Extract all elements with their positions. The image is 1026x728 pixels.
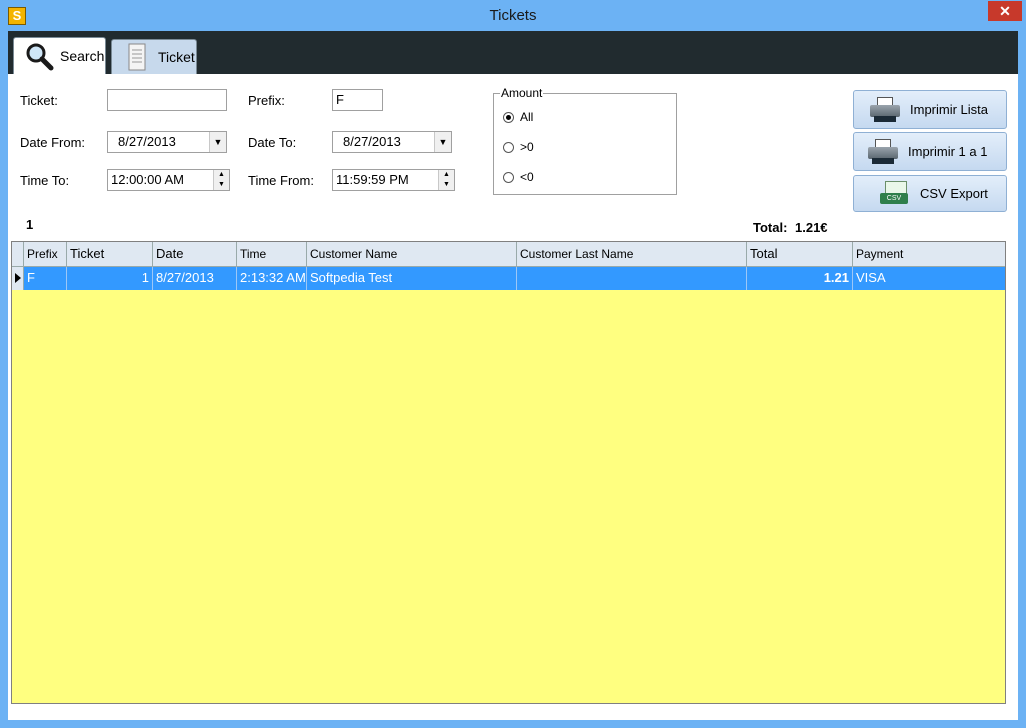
close-button[interactable]: ✕ — [988, 1, 1022, 21]
cell-total[interactable]: 1.21 — [747, 267, 853, 290]
radio-positive[interactable] — [503, 141, 514, 153]
current-row-arrow-icon — [15, 273, 21, 283]
time-from-label: Time From: — [248, 173, 314, 188]
column-header-date[interactable]: Date — [153, 242, 237, 266]
date-from-picker[interactable]: 8/27/2013 ▼ — [107, 131, 227, 153]
magnifier-icon — [24, 41, 54, 71]
print-one-label: Imprimir 1 a 1 — [908, 144, 988, 159]
print-list-label: Imprimir Lista — [910, 102, 989, 117]
time-to-input[interactable]: 12:00:00 AM ▲ ▼ — [107, 169, 230, 191]
column-header-prefix[interactable]: Prefix — [24, 242, 67, 266]
column-header-time[interactable]: Time — [237, 242, 307, 266]
date-to-value: 8/27/2013 — [343, 134, 401, 149]
tab-search-label: Search — [60, 48, 105, 64]
time-to-label: Time To: — [20, 173, 70, 188]
tab-ticket[interactable]: Ticket — [111, 39, 197, 74]
amount-group-title: Amount — [500, 86, 544, 100]
cell-customer-last-name[interactable] — [517, 267, 747, 290]
table-row[interactable]: F 1 8/27/2013 2:13:32 AM Softpedia Test … — [24, 267, 1005, 290]
prefix-label: Prefix: — [248, 93, 285, 108]
radio-negative[interactable] — [503, 171, 514, 183]
ticket-input[interactable] — [107, 89, 227, 111]
date-from-dropdown-icon[interactable]: ▼ — [209, 132, 226, 152]
prefix-input[interactable]: F — [332, 89, 383, 111]
date-from-label: Date From: — [20, 135, 86, 150]
amount-option-all[interactable]: All — [503, 110, 533, 124]
column-header-payment[interactable]: Payment — [853, 242, 1005, 266]
title-bar[interactable]: S Tickets ✕ — [0, 0, 1026, 31]
total-label: Total: — [753, 220, 788, 235]
cell-customer-name[interactable]: Softpedia Test — [307, 267, 517, 290]
column-header-ticket[interactable]: Ticket — [67, 242, 153, 266]
column-header-total[interactable]: Total — [747, 242, 853, 266]
printer-icon — [868, 138, 898, 165]
header-indicator — [12, 242, 24, 266]
tab-strip: Search Ticket — [8, 31, 1018, 74]
amount-option-positive-label: >0 — [520, 140, 534, 154]
amount-option-positive[interactable]: >0 — [503, 140, 534, 154]
grid-header: Prefix Ticket Date Time Customer Name Cu… — [12, 242, 1005, 267]
amount-option-negative[interactable]: <0 — [503, 170, 534, 184]
time-from-spinner[interactable]: ▲ ▼ — [438, 170, 454, 190]
date-to-label: Date To: — [248, 135, 297, 150]
date-to-dropdown-icon[interactable]: ▼ — [434, 132, 451, 152]
tickets-grid[interactable]: Prefix Ticket Date Time Customer Name Cu… — [11, 241, 1006, 704]
ticket-icon — [122, 42, 152, 72]
cell-ticket[interactable]: 1 — [67, 267, 153, 290]
cell-prefix[interactable]: F — [24, 267, 67, 290]
record-count: 1 — [26, 217, 34, 232]
time-from-value: 11:59:59 PM — [336, 172, 409, 187]
column-header-customer-last-name[interactable]: Customer Last Name — [517, 242, 747, 266]
time-to-spinner[interactable]: ▲ ▼ — [213, 170, 229, 190]
amount-option-all-label: All — [520, 110, 534, 124]
date-to-picker[interactable]: 8/27/2013 ▼ — [332, 131, 452, 153]
amount-group: Amount All >0 <0 — [493, 86, 677, 195]
window-title: Tickets — [489, 7, 537, 24]
csv-export-label: CSV Export — [920, 186, 988, 201]
cell-time[interactable]: 2:13:32 AM — [237, 267, 307, 290]
tab-search[interactable]: Search — [13, 37, 106, 74]
radio-all[interactable] — [503, 111, 514, 123]
amount-option-negative-label: <0 — [520, 170, 534, 184]
print-one-by-one-button[interactable]: Imprimir 1 a 1 — [853, 132, 1007, 171]
csv-export-button[interactable]: CSV CSV Export — [853, 175, 1007, 212]
cell-date[interactable]: 8/27/2013 — [153, 267, 237, 290]
ticket-label: Ticket: — [20, 93, 58, 108]
time-from-input[interactable]: 11:59:59 PM ▲ ▼ — [332, 169, 455, 191]
date-from-value: 8/27/2013 — [118, 134, 176, 149]
printer-icon — [870, 96, 900, 123]
time-to-value: 12:00:00 AM — [111, 172, 184, 187]
tickets-window: S Tickets ✕ Search Ticket Ticket: Prefix… — [0, 0, 1026, 728]
print-list-button[interactable]: Imprimir Lista — [853, 90, 1007, 129]
column-header-customer-name[interactable]: Customer Name — [307, 242, 517, 266]
cell-payment[interactable]: VISA — [853, 267, 1005, 290]
total-value: 1.21€ — [795, 220, 828, 235]
csv-file-icon: CSV — [880, 180, 910, 207]
search-panel: Ticket: Prefix: F Date From: 8/27/2013 ▼… — [8, 74, 1018, 720]
tab-ticket-label: Ticket — [158, 49, 195, 65]
